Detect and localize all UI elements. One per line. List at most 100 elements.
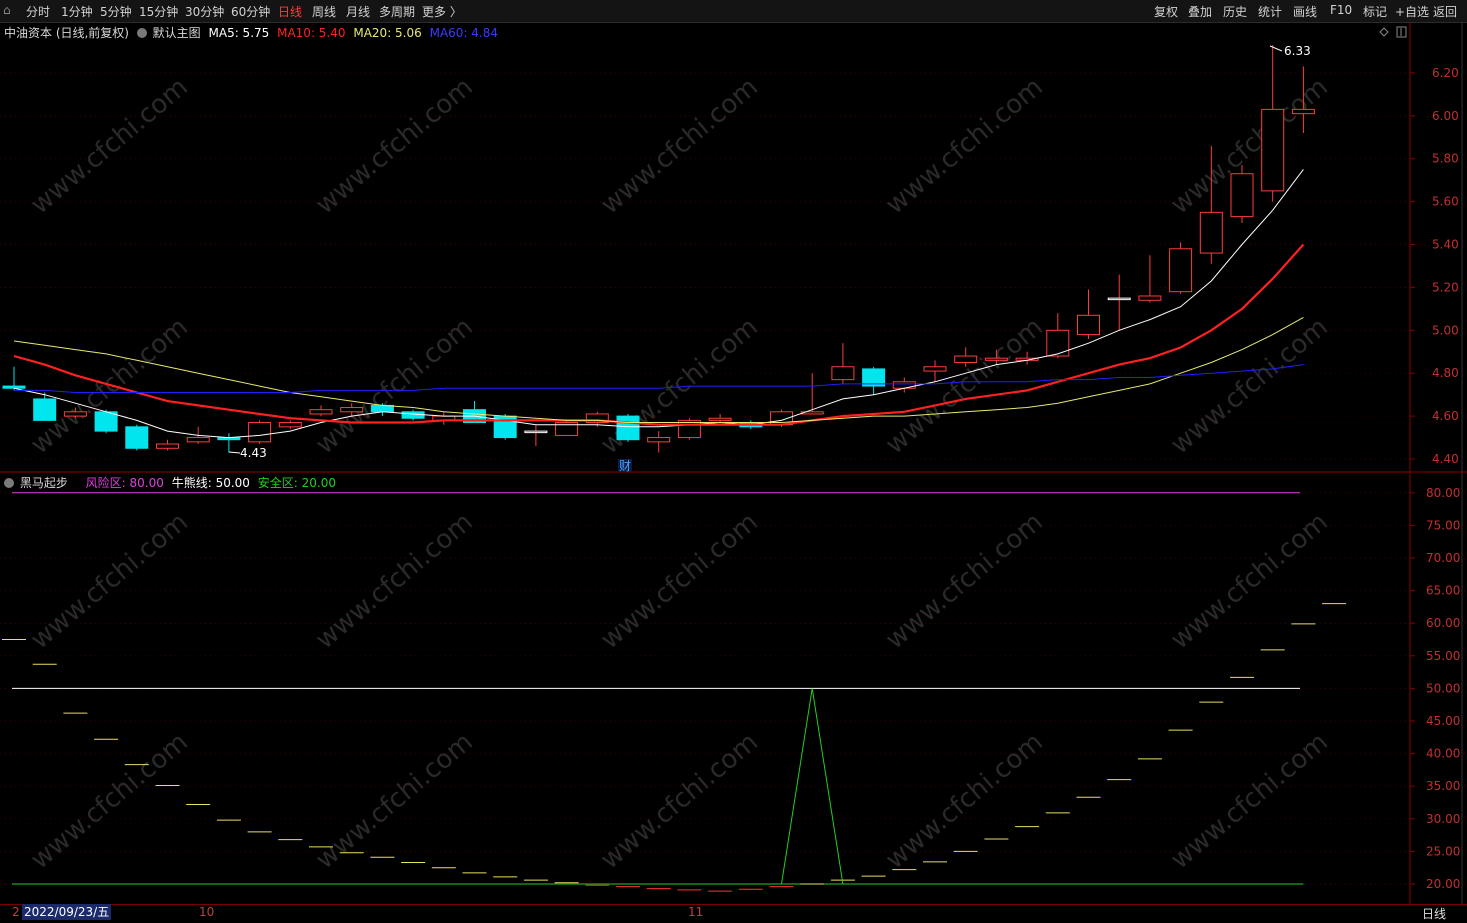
safe-zone-value: 安全区: 20.00 [257, 476, 336, 490]
main-legend: 中油资本 (日线,前复权) 默认主图 MA5: 5.75 MA10: 5.40 … [4, 24, 498, 41]
indicator-name[interactable]: 黑马起步 [20, 476, 68, 490]
tab-weekly[interactable]: 周线 [312, 3, 336, 20]
candle-body [831, 366, 855, 381]
watermark-text: www.cfchi.com [880, 72, 1049, 220]
candle-body [984, 357, 1008, 361]
low-price-label: 4.43 [240, 446, 267, 460]
panel-control-icons [1379, 26, 1407, 38]
price-tick-label: 5.00 [1432, 323, 1459, 337]
indicator-tick-label: 80.00 [1426, 486, 1460, 500]
candle-body [1046, 329, 1070, 357]
chart-canvas[interactable]: www.cfchi.com www.cfchi.com www.cfchi.com w… [0, 22, 1467, 904]
indicator-dropdown-icon[interactable] [4, 478, 14, 488]
menu-icon[interactable]: ⌂ [3, 3, 11, 17]
watermark-text: www.cfchi.com [595, 727, 764, 875]
candle-body [340, 407, 364, 413]
mark-button[interactable]: 标记 [1363, 3, 1387, 20]
watermark-text: www.cfchi.com [25, 312, 194, 460]
candle-body [309, 409, 333, 415]
indicator-axis: 80.00 75.00 70.00 65.00 60.00 55.00 50.00 45.00… [1410, 486, 1460, 891]
axis-start-mark: 2 [12, 905, 20, 919]
indicator-tick-label: 60.00 [1426, 616, 1460, 630]
tab-15min[interactable]: 15分钟 [139, 3, 178, 20]
candle-body [616, 415, 640, 441]
indicator-tick-label: 70.00 [1426, 551, 1460, 565]
tab-5min[interactable]: 5分钟 [100, 3, 132, 20]
adjust-button[interactable]: 复权 [1154, 3, 1178, 20]
diamond-icon[interactable] [1379, 27, 1389, 37]
watermark-text: www.cfchi.com [595, 507, 764, 655]
time-axis-bar [0, 904, 1467, 923]
candle-body [892, 381, 916, 389]
ma60-value: MA60: 4.84 [429, 26, 499, 40]
candle-body [1230, 173, 1254, 218]
indicator-tick-label: 75.00 [1426, 518, 1460, 532]
indicator-tick-label: 65.00 [1426, 584, 1460, 598]
indicator-tick-label: 20.00 [1426, 877, 1460, 891]
f10-button[interactable]: F10 [1330, 3, 1352, 17]
candle-body [954, 355, 978, 363]
price-tick-label: 4.40 [1432, 452, 1459, 466]
overlay-button[interactable]: 叠加 [1188, 3, 1212, 20]
month-label-october: 10 [199, 905, 215, 919]
ma5-value: MA5: 5.75 [208, 26, 270, 40]
risk-zone-value: 风险区: 80.00 [85, 476, 164, 490]
period-indicator[interactable]: 日线 [1422, 905, 1446, 922]
high-price-pointer [1269, 45, 1283, 52]
watermark-text: www.cfchi.com [310, 312, 479, 460]
tab-1min[interactable]: 1分钟 [61, 3, 93, 20]
indicator-tick-label: 55.00 [1426, 649, 1460, 663]
back-button[interactable]: 返回 [1433, 3, 1457, 20]
more-menu[interactable]: 更多 〉 [422, 3, 462, 20]
ma10-value: MA10: 5.40 [277, 26, 346, 40]
draw-line-button[interactable]: 画线 [1293, 3, 1317, 20]
candle-body [248, 422, 272, 443]
high-price-label: 6.33 [1284, 44, 1311, 58]
price-axis: 6.20 6.00 5.80 5.60 5.40 5.20 5.00 4.80 4.60 4.40 [1410, 66, 1459, 466]
indicator-legend: 黑马起步 风险区: 80.00 牛熊线: 50.00 安全区: 20.00 [4, 474, 336, 491]
main-template-label[interactable]: 默认主图 [153, 26, 201, 40]
tab-60min[interactable]: 60分钟 [231, 3, 270, 20]
indicator-tick-label: 50.00 [1426, 681, 1460, 695]
candle-body [156, 443, 179, 449]
tab-fenshi[interactable]: 分时 [26, 3, 50, 20]
template-dropdown-icon[interactable] [136, 28, 147, 38]
price-tick-label: 4.80 [1432, 366, 1459, 380]
candle-body [278, 422, 302, 428]
candle-body [94, 411, 118, 432]
financial-report-marker[interactable]: 财 [619, 459, 631, 473]
candle-body [186, 437, 210, 443]
signal-line [14, 688, 1304, 885]
tab-multi-period[interactable]: 多周期 [379, 3, 415, 20]
indicator-tick-label: 40.00 [1426, 747, 1460, 761]
watermark-text: www.cfchi.com [25, 507, 194, 655]
price-tick-label: 4.60 [1432, 409, 1459, 423]
indicator-tick-label: 45.00 [1426, 714, 1460, 728]
tab-30min[interactable]: 30分钟 [185, 3, 224, 20]
candle-body [524, 430, 548, 434]
month-label-november: 11 [688, 905, 704, 919]
watermark-text: www.cfchi.com [1165, 727, 1334, 875]
candle-body [1077, 314, 1100, 336]
history-button[interactable]: 历史 [1223, 3, 1247, 20]
stock-title[interactable]: 中油资本 (日线,前复权) [4, 26, 129, 40]
watermark-text: www.cfchi.com [1165, 312, 1334, 460]
price-tick-label: 6.00 [1432, 109, 1459, 123]
watermark-text: www.cfchi.com [880, 727, 1049, 875]
candle-body [708, 417, 732, 421]
watermark-text: www.cfchi.com [310, 507, 479, 655]
stats-button[interactable]: 统计 [1258, 3, 1282, 20]
ma-line-ma60 [14, 364, 1304, 393]
price-tick-label: 5.40 [1432, 238, 1459, 252]
tab-monthly[interactable]: 月线 [346, 3, 370, 20]
price-tick-label: 5.20 [1432, 280, 1459, 294]
candle-body [125, 426, 149, 449]
tab-daily[interactable]: 日线 [278, 3, 302, 20]
price-tick-label: 5.80 [1432, 152, 1459, 166]
add-watchlist-button[interactable]: +自选 [1395, 3, 1429, 20]
price-tick-label: 5.60 [1432, 195, 1459, 209]
watermark-text: www.cfchi.com [25, 727, 194, 875]
watermark-text: www.cfchi.com [310, 72, 479, 220]
candle-body [647, 437, 671, 443]
indicator-tick-label: 35.00 [1426, 779, 1460, 793]
